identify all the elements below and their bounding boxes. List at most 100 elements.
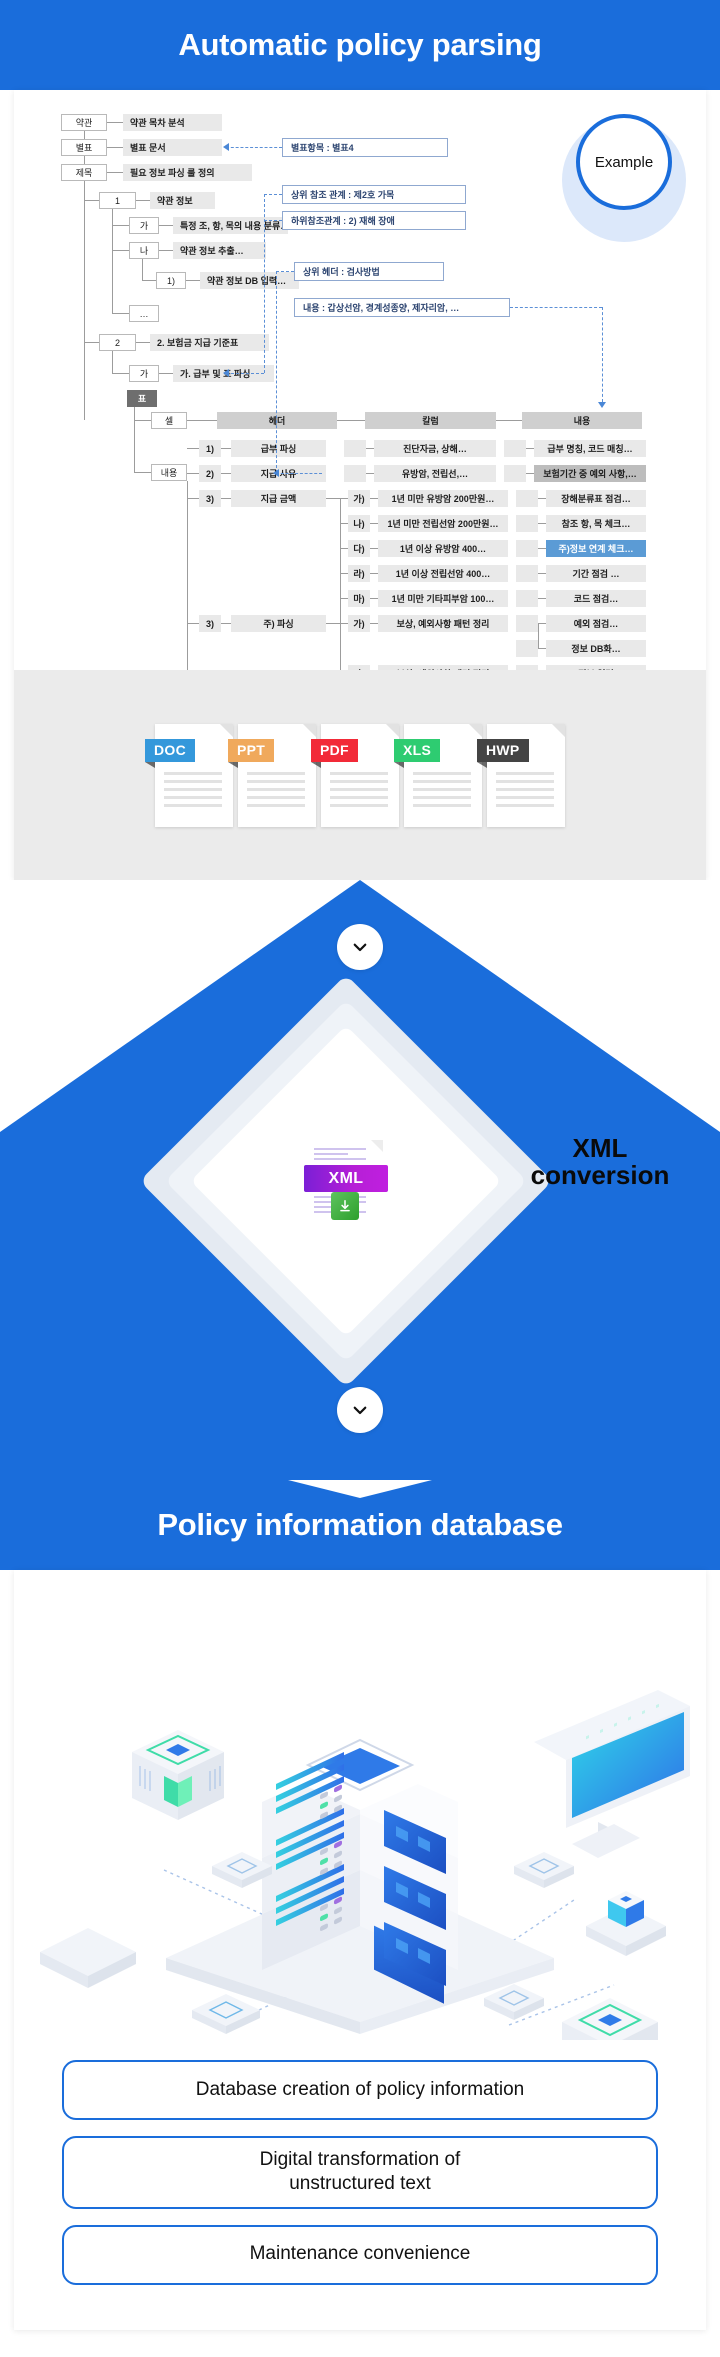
doc-lines — [496, 771, 554, 812]
tree-conn — [221, 498, 231, 499]
tree-col-header-0: 헤더 — [217, 412, 337, 429]
tree-conn — [526, 473, 534, 474]
tree-row-subnum-5: 라) — [348, 565, 370, 582]
tree-conn — [134, 472, 151, 473]
tree-conn — [370, 598, 378, 599]
feature-button-list: Database creation of policy information … — [62, 2060, 658, 2285]
tree-conn — [107, 122, 123, 123]
tree-conn — [187, 473, 199, 474]
tree-row-gap2-8 — [516, 640, 538, 657]
callout-arrow — [598, 402, 606, 408]
example-badge-label: Example — [594, 153, 654, 171]
tree-row-column-6: 1년 미만 기타피부암 100… — [378, 590, 508, 607]
tree-conn — [186, 280, 200, 281]
tree-side-content: 내용 — [151, 464, 187, 481]
tree-key-7: … — [129, 305, 159, 322]
tree-conn — [112, 250, 129, 251]
chevron-down-button-bottom[interactable] — [337, 1387, 383, 1433]
tree-conn — [496, 420, 522, 421]
tree-row-header-7: 주) 파싱 — [231, 615, 326, 632]
tag-fold-icon — [311, 761, 321, 768]
callout-connector — [276, 271, 277, 473]
tree-row-content-7: 예외 점검… — [546, 615, 646, 632]
tree-row-gap2-6 — [516, 590, 538, 607]
section1-header: Automatic policy parsing — [0, 0, 720, 90]
tree-conn — [340, 523, 348, 524]
callout-0: 별표항목 : 별표4 — [282, 138, 448, 157]
tree-row-subnum-3: 나) — [348, 515, 370, 532]
section-policy-information-database: Policy information database Database cre… — [0, 1480, 720, 2357]
tree-row-gap2-1 — [504, 465, 526, 482]
tree-conn — [538, 598, 546, 599]
file-type-tag: DOC — [145, 738, 196, 762]
tree-label-3: 약관 정보 — [150, 192, 215, 209]
doc-lines — [413, 771, 471, 812]
tree-conn — [84, 200, 99, 201]
tree-conn — [340, 598, 348, 599]
callout-2: 하위참조관계 : 2) 재해 장애 — [282, 211, 466, 230]
callout-connector — [264, 194, 265, 373]
tree-row-num-2: 3) — [199, 490, 221, 507]
feature-button-digital-transformation[interactable]: Digital transformation of unstructured te… — [62, 2136, 658, 2209]
tree-conn — [366, 473, 374, 474]
tree-conn — [112, 225, 129, 226]
callout-4: 내용 : 갑상선암, 경계성종양, 제자리암, … — [294, 298, 510, 317]
tree-conn — [370, 573, 378, 574]
tree-conn — [326, 498, 340, 499]
callout-connector — [602, 307, 603, 402]
callout-connector — [510, 307, 602, 308]
tag-fold-icon — [394, 761, 404, 768]
file-type-tag: HWP — [477, 738, 529, 762]
tree-conn — [337, 420, 365, 421]
section1-title: Automatic policy parsing — [178, 27, 542, 62]
tree-row-num-7: 3) — [199, 615, 221, 632]
tree-key-0: 약관 — [61, 114, 107, 131]
callout-connector — [276, 271, 294, 272]
tree-conn — [370, 523, 378, 524]
doc-lines — [247, 771, 305, 812]
tree-conn — [159, 250, 173, 251]
callout-arrow — [223, 369, 229, 377]
tree-conn — [370, 498, 378, 499]
tree-label-8: 2. 보험금 지급 기준표 — [150, 334, 269, 351]
tree-label-0: 약관 목차 분석 — [123, 114, 222, 131]
feature-button-maintenance-convenience[interactable]: Maintenance convenience — [62, 2224, 658, 2285]
tree-row-content-0: 급부 명칭, 코드 매칭… — [534, 440, 646, 457]
callout-1: 상위 참조 관계 : 제2호 가목 — [282, 185, 466, 204]
tree-label-2: 필요 정보 파싱 룰 정의 — [123, 164, 252, 181]
tree-conn — [340, 623, 348, 624]
tree-conn — [187, 448, 199, 449]
file-card-ppt: PPT — [228, 723, 316, 827]
page-corner-icon — [371, 1140, 383, 1152]
tree-row-gap2-4 — [516, 540, 538, 557]
tree-conn — [134, 420, 151, 421]
chevron-down-button-top[interactable] — [337, 924, 383, 970]
chevron-down-icon — [353, 943, 367, 952]
tree-key-9: 가 — [129, 365, 159, 382]
tree-col-header-2: 내용 — [522, 412, 642, 429]
tree-row-content-2: 장해분류표 점검… — [546, 490, 646, 507]
tree-row-column-7: 보상, 예외사항 패턴 정리 — [378, 615, 508, 632]
tree-conn — [136, 342, 150, 343]
tree-key-6: 1) — [156, 272, 186, 289]
file-type-tag: XLS — [394, 738, 441, 762]
file-type-tag: PPT — [228, 738, 275, 762]
tree-key-1: 별표 — [61, 139, 107, 156]
tree-conn — [538, 648, 546, 649]
tree-conn — [187, 420, 217, 421]
tree-row-column-3: 1년 미만 전립선암 200만원… — [378, 515, 508, 532]
tree-conn — [538, 523, 546, 524]
tree-row-content-5: 기간 점검 … — [546, 565, 646, 582]
feature-button-database-creation[interactable]: Database creation of policy information — [62, 2060, 658, 2120]
tree-conn — [326, 623, 340, 624]
tree-conn — [221, 473, 231, 474]
file-type-strip: DOC PPT PDF XLS HWP — [14, 670, 706, 880]
example-badge: Example — [576, 114, 672, 210]
tree-spine-table — [134, 407, 135, 472]
xml-file-icon: XML — [304, 1140, 388, 1222]
tree-row-gap2-0 — [504, 440, 526, 457]
tree-row-subnum-2: 가) — [348, 490, 370, 507]
callout-connector — [264, 220, 282, 221]
tree-row-gap2-7 — [516, 615, 538, 632]
section3-title: Policy information database — [157, 1507, 563, 1542]
